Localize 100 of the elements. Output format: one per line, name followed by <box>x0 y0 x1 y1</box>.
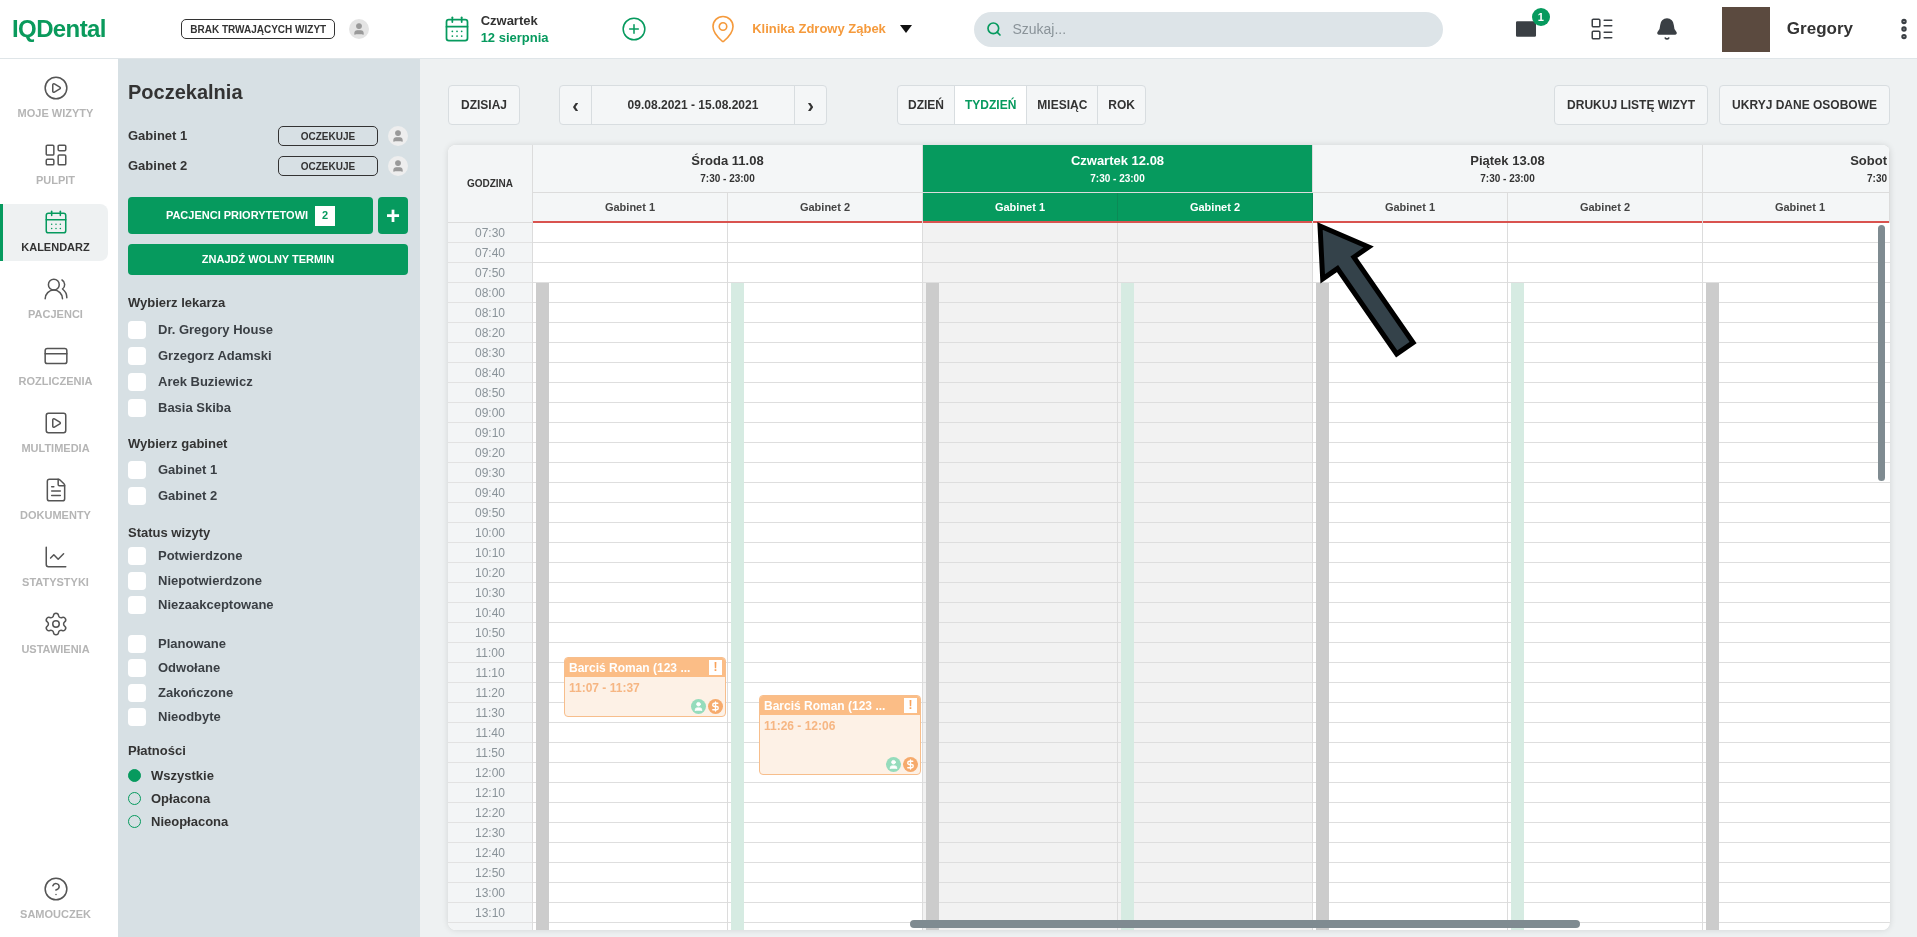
nav-item[interactable]: STATYSTYKI <box>0 539 108 596</box>
checkbox[interactable] <box>128 372 146 391</box>
patient-icon <box>691 699 706 714</box>
nav-item[interactable]: DOKUMENTY <box>0 472 108 529</box>
room-name: Gabinet 1 <box>128 127 188 146</box>
radio-label: Opłacona <box>151 789 211 808</box>
view-tab[interactable]: ROK <box>1098 86 1146 124</box>
day-header[interactable]: Środa 11.08 7:30 - 23:00 <box>533 145 922 193</box>
avatar-icon <box>388 156 408 176</box>
time-label: 07:40 <box>475 244 505 262</box>
checkbox-label: Gabinet 2 <box>158 487 218 506</box>
checkbox[interactable] <box>128 571 146 590</box>
checkbox[interactable] <box>128 634 146 653</box>
checkbox[interactable] <box>128 547 146 565</box>
checkbox[interactable] <box>128 346 146 365</box>
time-label: 08:10 <box>475 304 505 322</box>
time-label: 07:30 <box>475 224 505 242</box>
radio-button[interactable] <box>128 769 141 782</box>
day-header[interactable]: Sobot 7:30 <box>1703 145 1889 193</box>
search-field[interactable]: Szukaj... <box>974 11 1443 47</box>
next-week-button[interactable]: › <box>794 86 826 124</box>
profile-photo-placeholder <box>1721 6 1770 52</box>
bell-icon[interactable] <box>1654 17 1679 41</box>
notification-badge: 1 <box>1531 8 1550 26</box>
time-label: 09:20 <box>475 444 505 462</box>
search-input[interactable]: Szukaj... <box>1012 18 1431 40</box>
nav-item[interactable]: KALENDARZ <box>0 204 108 261</box>
day-title: Sobot <box>1850 152 1887 171</box>
nav-item[interactable]: MOJE WIZYTY <box>0 70 108 127</box>
checkbox[interactable] <box>128 659 146 677</box>
time-label: 08:00 <box>475 284 505 302</box>
users-icon <box>42 276 69 303</box>
appointment-time: 11:07 - 11:37 <box>568 680 640 697</box>
view-tab[interactable]: MIESIĄC <box>1027 86 1099 124</box>
checkbox-label: Niezaakceptowane <box>158 596 274 615</box>
day-header[interactable]: Czwartek 12.08 7:30 - 23:00 <box>923 145 1312 193</box>
time-label: 12:10 <box>475 784 505 802</box>
count-badge: 2 <box>315 205 336 226</box>
appointment-time: 11:26 - 12:06 <box>763 718 836 735</box>
action-button[interactable]: DRUKUJ LISTĘ WIZYT <box>1554 85 1709 125</box>
time-label: 13:00 <box>475 884 505 902</box>
time-label: 07:50 <box>475 264 505 282</box>
checkbox-label: Potwierdzone <box>158 547 243 566</box>
horizontal-scrollbar[interactable] <box>910 920 1580 928</box>
nav-item[interactable]: PACJENCI <box>0 271 108 328</box>
nav-item[interactable]: USTAWIENIA <box>0 606 108 663</box>
time-label: 09:00 <box>475 404 505 422</box>
checkbox[interactable] <box>128 683 146 702</box>
room-status-badge: OCZEKUJE <box>278 126 378 146</box>
nav-item[interactable]: ROZLICZENIA <box>0 338 108 395</box>
view-tab[interactable]: TYDZIEŃ <box>955 86 1028 124</box>
alert-badge: ! <box>709 660 722 675</box>
room-column[interactable]: Barciś Roman (123 ... ! 11:07 - 11:37 <box>533 223 728 930</box>
appointment-card[interactable]: Barciś Roman (123 ... ! 11:26 - 12:06 <box>759 695 921 775</box>
nav-item[interactable]: PULPIT <box>0 137 108 194</box>
checkbox-label: Planowane <box>158 634 226 653</box>
logo[interactable]: IQDental <box>12 15 106 42</box>
nav-item[interactable]: SAMOUCZEK <box>0 871 108 928</box>
time-label: 10:40 <box>475 604 505 622</box>
checkbox-label: Gabinet 1 <box>158 461 218 480</box>
room-column[interactable] <box>1313 223 1508 930</box>
checkbox-label: Niepotwierdzone <box>158 571 262 590</box>
caret-icon[interactable] <box>899 25 912 33</box>
section-title: Płatności <box>128 741 187 760</box>
checkbox[interactable] <box>128 320 146 339</box>
action-button[interactable]: UKRYJ DANE OSOBOWE <box>1719 85 1890 125</box>
appointment-card[interactable]: Barciś Roman (123 ... ! 11:07 - 11:37 <box>564 657 726 717</box>
room-name: Gabinet 2 <box>128 157 188 176</box>
checkbox[interactable] <box>128 708 146 726</box>
add-button[interactable]: + <box>378 197 408 234</box>
appointment-title: Barciś Roman (123 ... <box>569 659 691 677</box>
add-icon[interactable] <box>620 16 647 42</box>
play-square-icon <box>42 410 69 437</box>
vertical-scrollbar[interactable] <box>1878 225 1885 481</box>
day-header[interactable]: Piątek 13.08 7:30 - 23:00 <box>1313 145 1702 193</box>
alert-badge: ! <box>904 698 917 713</box>
appointment-title: Barciś Roman (123 ... <box>764 697 886 715</box>
time-label: 12:00 <box>475 764 505 782</box>
user-name[interactable]: Gregory <box>1786 16 1853 42</box>
day-title: Czwartek 12.08 <box>1070 152 1165 171</box>
day-hours: 7:30 - 23:00 <box>1480 171 1535 186</box>
list-icon[interactable] <box>1588 16 1615 42</box>
room-status-badge: OCZEKUJE <box>278 156 378 176</box>
checkbox[interactable] <box>128 461 146 479</box>
time-label: 10:30 <box>475 584 505 602</box>
checkbox[interactable] <box>128 398 146 417</box>
time-label: 12:30 <box>475 824 505 842</box>
find-slot-button[interactable]: ZNAJDŹ WOLNY TERMIN <box>128 244 408 275</box>
patient-icon <box>886 757 901 772</box>
nav-item[interactable]: MULTIMEDIA <box>0 405 108 462</box>
date-range: 09.08.2021 - 15.08.2021 <box>626 97 760 114</box>
today-button[interactable]: DZISIAJ <box>448 85 520 125</box>
previous-week-button[interactable]: ‹ <box>560 86 592 124</box>
search-icon <box>986 21 1003 37</box>
checkbox[interactable] <box>128 487 146 505</box>
priority-patients-button[interactable]: PACJENCI PRIORYTETOWI 2 <box>128 197 373 234</box>
day-title: Piątek 13.08 <box>1470 152 1545 171</box>
clinic-selector[interactable]: Klinika Zdrowy Ząbek <box>752 19 886 39</box>
payment-icon <box>708 699 723 714</box>
checkbox[interactable] <box>128 596 146 614</box>
